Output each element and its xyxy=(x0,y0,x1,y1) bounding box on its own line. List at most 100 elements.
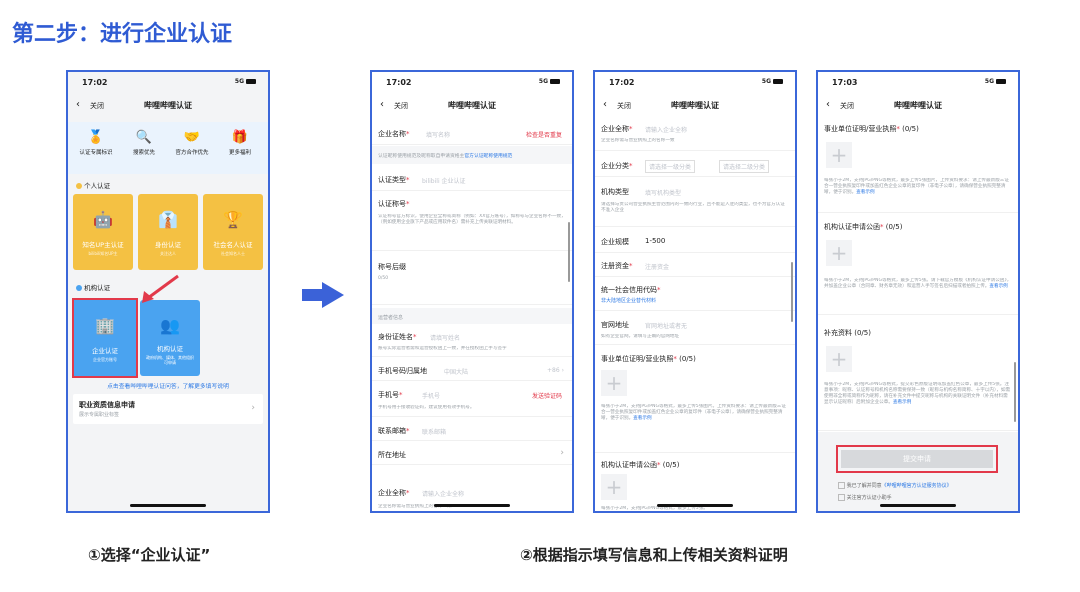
home-indicator xyxy=(880,504,956,507)
add-image-button[interactable]: + xyxy=(601,474,627,500)
checkbox[interactable] xyxy=(838,494,845,501)
field-placeholder: 注册资金 xyxy=(645,264,670,271)
field-label: 机构认证申请公函 xyxy=(601,461,657,469)
chevron-right-icon: › xyxy=(560,448,564,458)
enterprise-tile[interactable]: 🏢 企业认证 企业官方账号 xyxy=(72,298,138,378)
field-placeholder: 手机号 xyxy=(422,393,441,400)
home-indicator xyxy=(434,504,510,507)
credit-code-field[interactable]: 统一社会信用代码* 非大陆地区企业替代材料 xyxy=(595,280,795,311)
job-qualification-row[interactable]: 职业资质信息申请 展示专属职业标签 › xyxy=(73,394,263,424)
job-title: 职业资质信息申请 xyxy=(79,401,135,409)
nav-title: 哔哩哔哩认证 xyxy=(894,101,942,110)
field-label: 手机号码归属地 xyxy=(378,367,427,375)
field-label: 认证类型 xyxy=(378,176,406,184)
agree-checkbox-row[interactable]: 我已了解并同意《哔哩哔哩官方认证服务协议》 xyxy=(838,482,952,489)
suffix-field[interactable]: 称号后缀 0/50 xyxy=(372,254,572,305)
country-code: +86 › xyxy=(547,367,564,374)
website-field[interactable]: 官网地址 官网地址或者无 如有企业官网，请填写正确的官网地址 xyxy=(595,314,795,345)
upload-note: 每张小于2M，支持JPG/PNG等格式，最多上传5张图片，上传资料要求：请上传最… xyxy=(824,178,1009,195)
add-image-button[interactable]: + xyxy=(826,240,852,266)
field-value: bilibili 企业认证 xyxy=(422,178,466,185)
phone-screen-4: 17:03 5G ‹ 关闭 哔哩哔哩认证 事业单位证明/营业执照* (0/5) … xyxy=(816,70,1020,513)
tile-subtitle: bilibili知名UP主 xyxy=(88,251,118,256)
battery-icon xyxy=(996,79,1006,84)
upload-note: 每张小于2M，支持JPG/PNG等格式，最多上传5张图片。上传资料要求：请上传最… xyxy=(601,404,786,421)
example-link[interactable]: 查看示例 xyxy=(989,284,1007,289)
signal-label: 5G xyxy=(538,78,548,85)
search-icon: 🔍 xyxy=(135,130,153,145)
field-description: 账号实际运营者需和运营授权函上一致，并在授权函上手写签字 xyxy=(378,346,507,351)
company-name-field[interactable]: 企业名称* 填写名称 检查是否重复 xyxy=(372,122,572,145)
phone-field[interactable]: 手机号* 手机号 发送验证码 手机号用于接收验证码，建议使用有效手机号。 xyxy=(372,384,572,417)
caption-step-2: ②根据指示填写信息和上传相关资料证明 xyxy=(520,546,788,564)
scrollbar[interactable] xyxy=(568,222,570,282)
check-duplicate-button[interactable]: 检查是否重复 xyxy=(526,130,562,139)
identity-tile[interactable]: 👔 身份认证 关注达人 xyxy=(138,194,198,270)
category-select-1[interactable]: 请选择一级分类 xyxy=(645,160,696,173)
capital-field[interactable]: 注册资金* 注册资金 xyxy=(595,254,795,277)
agreement-link[interactable]: 《哔哩哔哩官方认证服务协议》 xyxy=(882,483,952,489)
send-code-button[interactable]: 发送验证码 xyxy=(532,391,562,400)
benefit-label: 搜索优先 xyxy=(132,150,155,156)
field-placeholder: 填写机构类型 xyxy=(645,190,682,197)
benefit-item: 🤝 官方合作优先 xyxy=(172,130,212,156)
add-image-button[interactable]: + xyxy=(826,346,852,372)
field-value: 中国大陆 xyxy=(444,369,469,376)
full-name-field[interactable]: 企业全称* 请输入企业全称 企业名称需与营业执照上的名称一致 xyxy=(595,120,795,151)
nav-bar: ‹ 关闭 哔哩哔哩认证 xyxy=(68,96,268,116)
category-field[interactable]: 企业分类* 请选择一级分类 请选择二级分类 xyxy=(595,154,795,177)
id-name-field[interactable]: 身份证姓名* 请填写姓名 账号实际运营者需和运营授权函上一致，并在授权函上手写签… xyxy=(372,326,572,357)
category-select-2[interactable]: 请选择二级分类 xyxy=(719,160,770,173)
nickname-tip: 认证昵称使用规范及昵称取自申请资格主官方认证昵称使用规范 xyxy=(372,146,572,164)
phone-area-field[interactable]: 手机号码归属地 中国大陆 +86 › xyxy=(372,360,572,381)
institution-tile[interactable]: 👥 机构认证 政府机构、媒体、其他组织可申请 xyxy=(140,300,200,376)
nickname-rule-link[interactable]: 官方认证昵称使用规范 xyxy=(464,154,512,159)
field-label: 企业全称 xyxy=(601,125,629,133)
example-link[interactable]: 查看示例 xyxy=(856,190,874,195)
up-master-tile[interactable]: 🤖 知名UP主认证 bilibili知名UP主 xyxy=(73,194,133,270)
field-description: 认证称号官方标识，使用企业全称或简称（例如：XX官方账号），如称号与企业名称不一… xyxy=(378,214,566,225)
field-label: 企业规模 xyxy=(601,238,629,246)
field-description: 手机号用于接收验证码，建议使用有效手机号。 xyxy=(378,405,475,410)
tile-subtitle: 政府机构、媒体、其他组织可申请 xyxy=(146,355,194,365)
celebrity-tile[interactable]: 🏆 社会名人认证 社会知名人士 xyxy=(203,194,263,270)
org-type-field[interactable]: 机构类型 填写机构类型 请选择与贵公司营业执照主营范围内的一致的行业，且不能是入… xyxy=(595,180,795,227)
chevron-right-icon: › xyxy=(251,403,255,413)
benefit-item: 🔍 搜索优先 xyxy=(126,130,162,156)
full-name-field[interactable]: 企业全称* 请输入企业全称 企业名称需与营业执照上的名称一致 xyxy=(372,482,572,511)
scale-field[interactable]: 企业规模 1-500 xyxy=(595,230,795,253)
submit-button[interactable]: 提交申请 xyxy=(836,445,998,473)
status-time: 17:02 xyxy=(386,78,412,87)
robot-icon: 🤖 xyxy=(93,210,113,229)
example-link[interactable]: 查看示例 xyxy=(633,416,651,421)
field-label: 官网地址 xyxy=(601,321,629,329)
field-placeholder: 请输入企业全称 xyxy=(645,127,688,134)
status-time: 17:02 xyxy=(609,78,635,87)
gift-icon: 🎁 xyxy=(231,130,249,145)
auth-name-field[interactable]: 认证称号* 认证称号官方标识，使用企业全称或简称（例如：XX官方账号），如称号与… xyxy=(372,192,572,251)
add-image-button[interactable]: + xyxy=(826,142,852,168)
address-field[interactable]: 所在地址 › xyxy=(372,444,572,465)
tile-title: 机构认证 xyxy=(157,345,183,353)
operator-section-header: 运营者信息 xyxy=(372,308,572,324)
building-icon: 🏢 xyxy=(95,316,115,335)
field-description: 如有企业官网，请填写正确的官网地址 xyxy=(601,334,680,339)
handshake-icon: 🤝 xyxy=(183,130,201,145)
field-label: 企业名称 xyxy=(378,130,406,138)
email-field[interactable]: 联系邮箱* 联系邮箱 xyxy=(372,420,572,441)
tile-title: 身份认证 xyxy=(155,241,181,249)
scrollbar[interactable] xyxy=(1014,362,1016,422)
submit-label: 提交申请 xyxy=(841,450,993,468)
example-link[interactable]: 查看示例 xyxy=(893,400,911,405)
auth-type-field: 认证类型* bilibili 企业认证 xyxy=(372,168,572,191)
checkbox[interactable] xyxy=(838,482,845,489)
tile-title: 知名UP主认证 xyxy=(82,241,124,249)
scrollbar[interactable] xyxy=(791,262,793,322)
alt-material-link[interactable]: 非大陆地区企业替代材料 xyxy=(601,297,656,304)
arrow-right-icon xyxy=(302,282,344,308)
char-count: 0/50 xyxy=(378,276,389,281)
nav-bar: ‹ 关闭 哔哩哔哩认证 xyxy=(818,96,1018,116)
follow-checkbox-row[interactable]: 关注官方认证小助手 xyxy=(838,494,892,501)
faq-link[interactable]: 点击查看哔哩哔哩认证问答，了解更多填写说明 xyxy=(68,381,268,390)
add-image-button[interactable]: + xyxy=(601,370,627,396)
